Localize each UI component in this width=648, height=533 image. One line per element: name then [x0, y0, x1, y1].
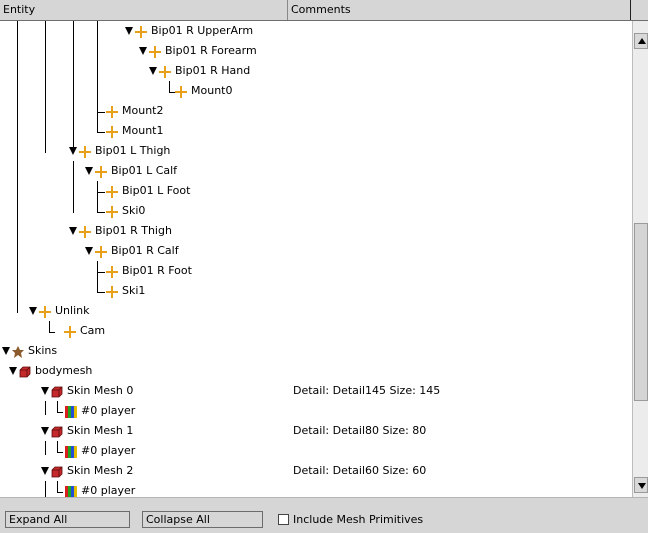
tree-row[interactable]: Bip01 L Calf [0, 161, 632, 181]
expand-arrow-icon[interactable] [29, 307, 37, 315]
expand-arrow-icon[interactable] [85, 247, 93, 255]
tree-row[interactable]: Bip01 L Foot [0, 181, 632, 201]
tree-item-label[interactable]: Skin Mesh 0 [67, 381, 133, 401]
column-header: Entity Comments [0, 0, 648, 21]
tree-item-label[interactable]: Mount1 [122, 121, 163, 141]
expand-arrow-icon[interactable] [2, 347, 10, 355]
tree-row[interactable]: Mount0 [0, 81, 632, 101]
entity-tree[interactable]: Bip01 R UpperArm Bip01 R Forearm Bip01 R H… [0, 21, 632, 497]
expand-arrow-icon[interactable] [9, 367, 17, 375]
tree-item-label[interactable]: Bip01 R Calf [111, 241, 179, 261]
comments-column-header[interactable]: Comments [288, 0, 630, 20]
footer-toolbar: Expand All Collapse All Include Mesh Pri… [0, 497, 648, 533]
tree-row[interactable]: #0 player [0, 481, 632, 497]
expand-arrow-icon[interactable] [149, 67, 157, 75]
tree-item-label[interactable]: Bip01 R Thigh [95, 221, 172, 241]
tree-item-label[interactable]: Skin Mesh 2 [67, 461, 133, 481]
tree-item-label[interactable]: Skins [28, 341, 57, 361]
collapse-all-button[interactable]: Collapse All [142, 511, 263, 528]
tree-item-label[interactable]: bodymesh [35, 361, 92, 381]
tree-row[interactable]: Cam [0, 321, 632, 341]
expand-arrow-icon[interactable] [41, 467, 49, 475]
tree-item-comment: Detail: Detail60 Size: 60 [293, 464, 427, 477]
scroll-up-button[interactable] [634, 33, 648, 49]
tree-row[interactable]: bodymesh [0, 361, 632, 381]
tree-row[interactable]: Bip01 R Calf [0, 241, 632, 261]
tree-row[interactable]: Bip01 R Forearm [0, 41, 632, 61]
tree-item-label[interactable]: Bip01 L Calf [111, 161, 177, 181]
tree-row[interactable]: Mount1 [0, 121, 632, 141]
expand-arrow-icon[interactable] [41, 387, 49, 395]
tree-row[interactable]: Mount2 [0, 101, 632, 121]
expand-arrow-icon[interactable] [125, 27, 133, 35]
tree-item-label[interactable]: Ski1 [122, 281, 145, 301]
tree-item-label[interactable]: Skin Mesh 1 [67, 421, 133, 441]
tree-row[interactable]: Skin Mesh 2 Detail: Detail60 Size: 60 [0, 461, 632, 481]
tree-item-label[interactable]: Unlink [55, 301, 89, 321]
expand-arrow-icon[interactable] [85, 167, 93, 175]
expand-arrow-icon[interactable] [41, 427, 49, 435]
header-divider [630, 0, 631, 20]
tree-row[interactable]: Skins [0, 341, 632, 361]
include-mesh-primitives-label: Include Mesh Primitives [293, 513, 424, 526]
tree-item-comment: Detail: Detail145 Size: 145 [293, 384, 441, 397]
tree-item-label[interactable]: #0 player [81, 401, 135, 421]
tree-item-label[interactable]: Cam [80, 321, 105, 341]
tree-item-label[interactable]: Mount0 [191, 81, 232, 101]
tree-row[interactable]: Unlink [0, 301, 632, 321]
tree-row[interactable]: Ski0 [0, 201, 632, 221]
tree-item-label[interactable]: Bip01 R UpperArm [151, 21, 253, 41]
tree-item-label[interactable]: Mount2 [122, 101, 163, 121]
entity-column-header[interactable]: Entity [0, 0, 288, 20]
tree-row[interactable]: Skin Mesh 1 Detail: Detail80 Size: 80 [0, 421, 632, 441]
tree-row[interactable]: #0 player [0, 441, 632, 461]
tree-item-label[interactable]: Bip01 R Foot [122, 261, 192, 281]
arrow-down-icon [638, 483, 646, 489]
scroll-thumb[interactable] [634, 223, 648, 401]
expand-arrow-icon[interactable] [69, 147, 77, 155]
tree-item-label[interactable]: Bip01 R Forearm [165, 41, 257, 61]
vertical-scrollbar[interactable] [632, 21, 648, 497]
tree-item-label[interactable]: #0 player [81, 481, 135, 497]
tree-row[interactable]: Ski1 [0, 281, 632, 301]
expand-all-button[interactable]: Expand All [5, 511, 130, 528]
tree-item-label[interactable]: Ski0 [122, 201, 145, 221]
tree-row[interactable]: Bip01 R Hand [0, 61, 632, 81]
tree-row[interactable]: Bip01 R UpperArm [0, 21, 632, 41]
tree-item-label[interactable]: Bip01 R Hand [175, 61, 250, 81]
tree-row[interactable]: Bip01 R Thigh [0, 221, 632, 241]
scroll-down-button[interactable] [634, 477, 648, 493]
expand-arrow-icon[interactable] [139, 47, 147, 55]
arrow-up-icon [638, 38, 646, 44]
tree-row[interactable]: Bip01 L Thigh [0, 141, 632, 161]
tree-item-label[interactable]: Bip01 L Foot [122, 181, 190, 201]
expand-arrow-icon[interactable] [69, 227, 77, 235]
material-icon [65, 485, 77, 497]
tree-item-label[interactable]: #0 player [81, 441, 135, 461]
tree-row[interactable]: Skin Mesh 0 Detail: Detail145 Size: 145 [0, 381, 632, 401]
tree-item-label[interactable]: Bip01 L Thigh [95, 141, 170, 161]
tree-row[interactable]: Bip01 R Foot [0, 261, 632, 281]
tree-item-comment: Detail: Detail80 Size: 80 [293, 424, 427, 437]
include-mesh-primitives-checkbox[interactable] [278, 514, 289, 525]
tree-row[interactable]: #0 player [0, 401, 632, 421]
